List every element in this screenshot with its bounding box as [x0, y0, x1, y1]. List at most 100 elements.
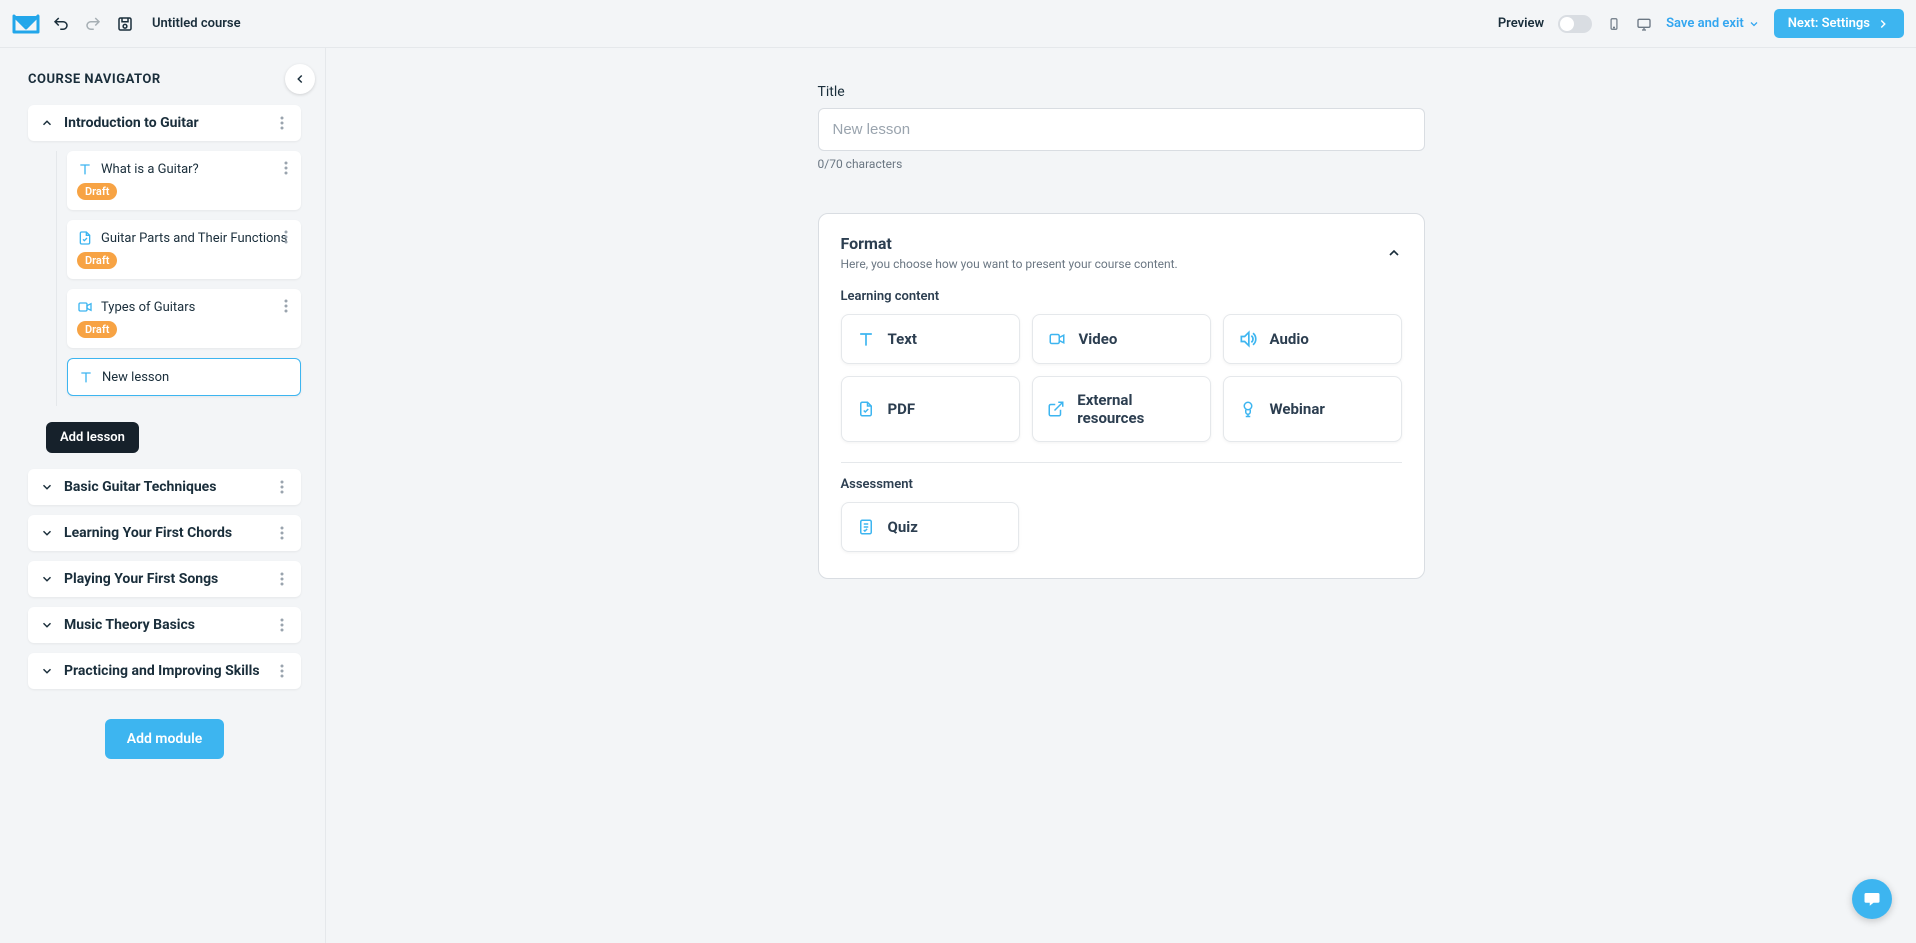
text-icon [856, 329, 876, 349]
external-link-icon [1047, 399, 1066, 419]
format-option-label: Video [1079, 330, 1118, 348]
module-header[interactable]: Practicing and Improving Skills [28, 653, 301, 689]
learning-content-label: Learning content [841, 289, 1402, 304]
quiz-icon [856, 517, 876, 537]
module-kebab-menu[interactable] [275, 526, 289, 540]
topbar: Untitled course Preview Save and exit Ne… [0, 0, 1916, 48]
lesson-item[interactable]: Types of Guitars Draft [67, 289, 301, 348]
format-header[interactable]: Format Here, you choose how you want to … [841, 234, 1402, 271]
format-card: Format Here, you choose how you want to … [818, 213, 1425, 579]
title-char-count: 0/70 characters [818, 157, 1425, 171]
chevron-up-icon [40, 116, 54, 130]
module-title: Music Theory Basics [64, 617, 265, 633]
lesson-kebab-menu[interactable] [279, 161, 293, 175]
module-title: Playing Your First Songs [64, 571, 265, 587]
lesson-item-active[interactable]: New lesson [67, 358, 301, 396]
lesson-item[interactable]: Guitar Parts and Their Functions Draft [67, 220, 301, 279]
course-navigator-sidebar: COURSE NAVIGATOR Introduction to Guitar … [0, 48, 326, 943]
chevron-down-icon [40, 480, 54, 494]
module-kebab-menu[interactable] [275, 618, 289, 632]
lesson-kebab-menu[interactable] [279, 230, 293, 244]
add-lesson-button[interactable]: Add lesson [46, 422, 139, 453]
course-title: Untitled course [152, 16, 241, 31]
format-subheading: Here, you choose how you want to present… [841, 257, 1178, 271]
lesson-title: Types of Guitars [101, 300, 291, 315]
format-option-label: Audio [1270, 330, 1309, 348]
chevron-down-icon [40, 572, 54, 586]
format-options-grid: Text Video Audio PDF [841, 314, 1402, 442]
format-option-external[interactable]: External resources [1032, 376, 1211, 442]
draft-badge: Draft [77, 321, 117, 338]
module-header[interactable]: Basic Guitar Techniques [28, 469, 301, 505]
chevron-right-icon [1876, 17, 1890, 31]
module-kebab-menu[interactable] [275, 480, 289, 494]
format-option-pdf[interactable]: PDF [841, 376, 1020, 442]
chat-fab[interactable] [1852, 879, 1892, 919]
collapse-sidebar-button[interactable] [285, 64, 315, 94]
video-icon [1047, 329, 1067, 349]
chevron-down-icon [40, 618, 54, 632]
assessment-options-row: Quiz [841, 502, 1402, 552]
chevron-up-icon [1386, 245, 1402, 261]
format-option-label: PDF [888, 400, 916, 418]
video-icon [77, 299, 93, 315]
webinar-icon [1238, 399, 1258, 419]
module-kebab-menu[interactable] [275, 572, 289, 586]
lesson-title-input[interactable] [818, 108, 1425, 151]
format-option-webinar[interactable]: Webinar [1223, 376, 1402, 442]
preview-label: Preview [1498, 16, 1544, 31]
lesson-title: What is a Guitar? [101, 162, 291, 177]
pdf-icon [77, 230, 93, 246]
topbar-left: Untitled course [12, 13, 241, 35]
draft-badge: Draft [77, 183, 117, 200]
format-option-label: Text [888, 330, 917, 348]
sidebar-title: COURSE NAVIGATOR [28, 72, 161, 87]
module-header[interactable]: Learning Your First Chords [28, 515, 301, 551]
save-icon[interactable] [114, 13, 136, 35]
undo-icon[interactable] [50, 13, 72, 35]
lesson-item[interactable]: What is a Guitar? Draft [67, 151, 301, 210]
module-header[interactable]: Introduction to Guitar [28, 105, 301, 141]
module-item: Basic Guitar Techniques [28, 469, 301, 505]
mobile-device-icon[interactable] [1606, 14, 1622, 34]
module-header[interactable]: Playing Your First Songs [28, 561, 301, 597]
module-kebab-menu[interactable] [275, 664, 289, 678]
preview-toggle[interactable] [1558, 15, 1592, 33]
title-field-label: Title [818, 84, 1425, 100]
pdf-icon [856, 399, 876, 419]
format-option-video[interactable]: Video [1032, 314, 1211, 364]
main-content: Title 0/70 characters Format Here, you c… [326, 48, 1916, 943]
next-label: Next: Settings [1788, 16, 1870, 31]
text-icon [77, 161, 93, 177]
format-option-label: External resources [1077, 391, 1195, 427]
desktop-device-icon[interactable] [1636, 14, 1652, 34]
format-option-label: Quiz [888, 518, 918, 536]
next-settings-button[interactable]: Next: Settings [1774, 9, 1904, 38]
draft-badge: Draft [77, 252, 117, 269]
chevron-left-icon [293, 72, 307, 86]
brand-logo [12, 14, 40, 34]
format-option-quiz[interactable]: Quiz [841, 502, 1020, 552]
chevron-down-icon [40, 664, 54, 678]
text-icon [78, 369, 94, 385]
lesson-list: What is a Guitar? Draft Guitar Parts and… [56, 151, 301, 406]
divider [841, 462, 1402, 463]
redo-icon[interactable] [82, 13, 104, 35]
save-and-exit-button[interactable]: Save and exit [1666, 16, 1760, 31]
module-title: Basic Guitar Techniques [64, 479, 265, 495]
chevron-down-icon [1748, 18, 1760, 30]
audio-icon [1238, 329, 1258, 349]
assessment-label: Assessment [841, 477, 1402, 492]
module-kebab-menu[interactable] [275, 116, 289, 130]
module-item: Introduction to Guitar [28, 105, 301, 141]
format-heading: Format [841, 234, 1178, 253]
module-item: Playing Your First Songs [28, 561, 301, 597]
format-option-audio[interactable]: Audio [1223, 314, 1402, 364]
lesson-kebab-menu[interactable] [279, 299, 293, 313]
add-module-button[interactable]: Add module [105, 719, 225, 759]
lesson-title: New lesson [102, 370, 290, 385]
module-item: Practicing and Improving Skills [28, 653, 301, 689]
chat-icon [1863, 890, 1881, 908]
format-option-text[interactable]: Text [841, 314, 1020, 364]
module-header[interactable]: Music Theory Basics [28, 607, 301, 643]
